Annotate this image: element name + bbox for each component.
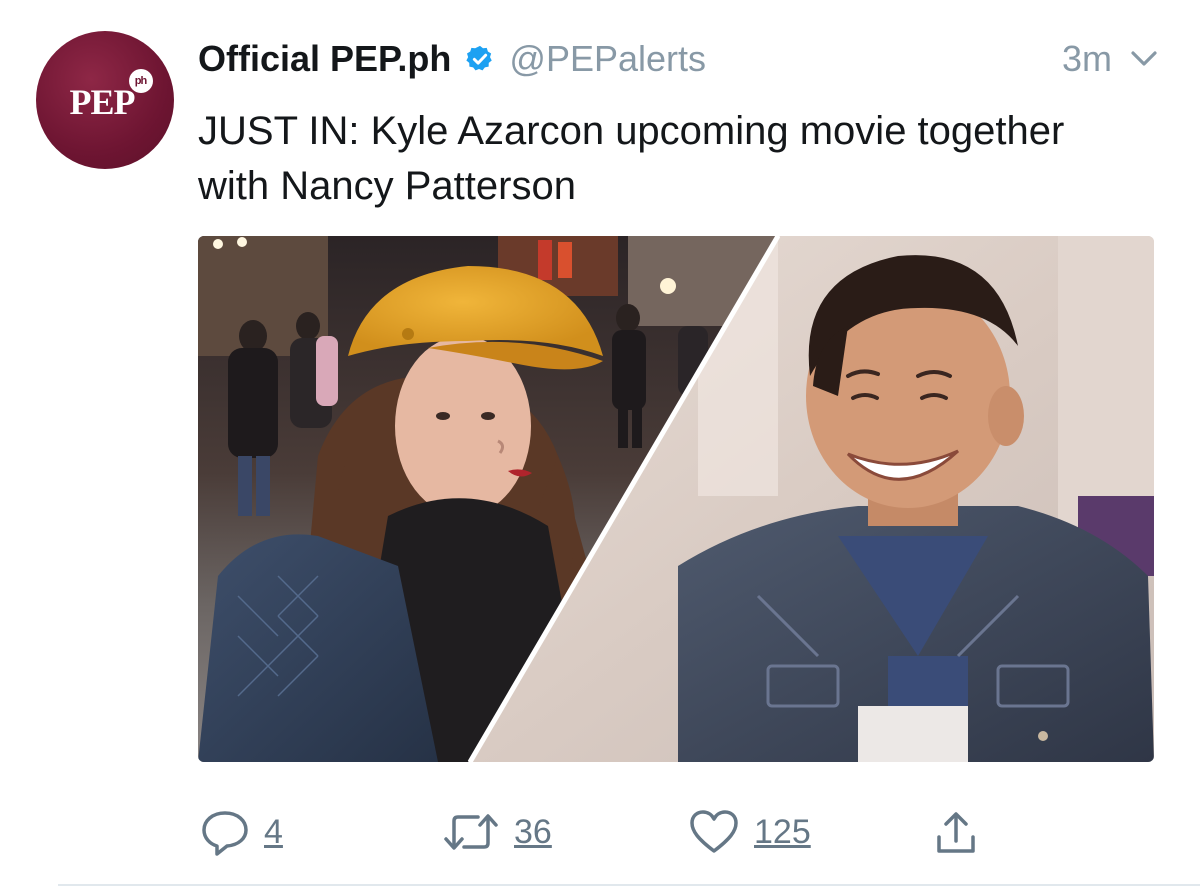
- tweet-header: Official PEP.ph @PEPalerts 3m: [198, 36, 1160, 82]
- avatar-logo-badge: ph: [128, 69, 153, 93]
- retweet-icon: [444, 814, 498, 850]
- like-icon: [690, 810, 738, 853]
- tweet-text: JUST IN: Kyle Azarcon upcoming movie tog…: [198, 109, 1065, 208]
- tweet-actions: 4 36 125: [198, 800, 998, 864]
- share-button[interactable]: [934, 800, 978, 864]
- handle[interactable]: @PEPalerts: [509, 38, 706, 80]
- verified-icon: [466, 45, 493, 71]
- reply-icon: [202, 811, 248, 856]
- avatar[interactable]: PEP ph: [36, 31, 174, 169]
- avatar-logo-text: PEP: [69, 82, 136, 122]
- tweet-divider: [58, 884, 1200, 886]
- reply-button[interactable]: 4: [200, 800, 283, 864]
- display-name[interactable]: Official PEP.ph: [198, 38, 451, 80]
- photo-collage: [198, 236, 1154, 762]
- chevron-down-icon[interactable]: [1128, 45, 1160, 73]
- retweet-button[interactable]: 36: [442, 800, 552, 864]
- like-button[interactable]: 125: [688, 800, 811, 864]
- retweet-count[interactable]: 36: [514, 813, 552, 852]
- avatar-logo: PEP ph: [69, 69, 153, 123]
- like-count[interactable]: 125: [754, 813, 811, 852]
- reply-count[interactable]: 4: [264, 813, 283, 852]
- tweet-media[interactable]: [198, 236, 1154, 762]
- timestamp[interactable]: 3m: [1062, 38, 1112, 80]
- share-icon: [937, 812, 975, 853]
- tweet[interactable]: PEP ph Official PEP.ph @PEPalerts 3m JUS…: [0, 0, 1200, 892]
